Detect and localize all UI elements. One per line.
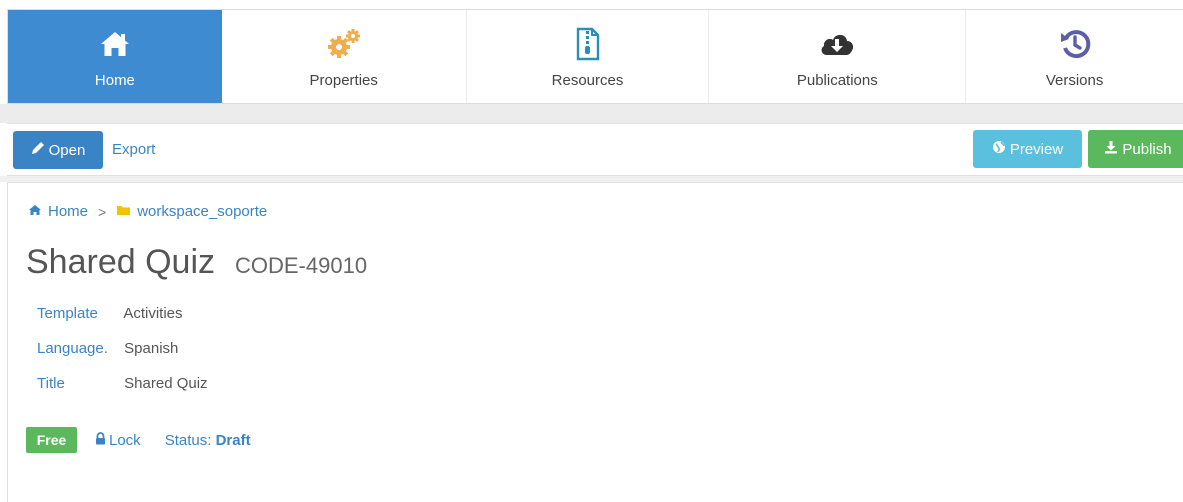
tab-versions[interactable]: Versions — [966, 10, 1183, 103]
property-key: Template — [37, 305, 98, 322]
property-row-template: Template Activities — [37, 305, 183, 322]
page-title: Shared Quiz — [26, 243, 215, 281]
cloud-download-icon — [818, 27, 856, 61]
open-button[interactable]: Open — [13, 131, 103, 169]
folder-icon — [116, 203, 131, 220]
breadcrumb-home[interactable]: Home — [28, 203, 88, 220]
gears-icon — [325, 27, 363, 61]
tab-resources-label: Resources — [551, 72, 624, 89]
status-value: Draft — [215, 431, 251, 449]
tab-resources[interactable]: Resources — [467, 10, 710, 103]
open-button-label: Open — [48, 141, 86, 159]
property-row-title: Title Shared Quiz — [37, 375, 208, 392]
main-tab-bar: Home Properties Resources Publications V… — [7, 9, 1183, 104]
property-value: Activities — [123, 305, 183, 322]
tab-properties[interactable]: Properties — [222, 10, 467, 103]
export-link[interactable]: Export — [112, 141, 155, 158]
lock-label: Lock — [109, 431, 141, 449]
free-badge: Free — [26, 427, 77, 453]
pencil-icon — [31, 141, 45, 159]
tab-home-label: Home — [94, 72, 135, 89]
action-toolbar: Open Export Preview Publish — [7, 123, 1183, 176]
status-row: Free Lock Status: Draft — [26, 427, 251, 453]
breadcrumb-folder-label: workspace_soporte — [137, 203, 268, 220]
download-icon — [1104, 140, 1118, 158]
lock-icon — [95, 431, 106, 449]
tab-publications[interactable]: Publications — [709, 10, 967, 103]
publish-button[interactable]: Publish — [1088, 130, 1183, 168]
breadcrumb: Home > workspace_soporte — [28, 203, 267, 220]
breadcrumb-separator: > — [98, 203, 107, 220]
globe-icon — [992, 140, 1006, 158]
property-value: Spanish — [124, 340, 179, 357]
tab-properties-label: Properties — [309, 72, 378, 89]
lock-link[interactable]: Lock — [95, 432, 141, 449]
status-label: Status: — [164, 431, 212, 449]
tab-versions-label: Versions — [1045, 72, 1104, 89]
home-icon — [98, 27, 132, 61]
property-value: Shared Quiz — [124, 375, 208, 392]
publish-button-label: Publish — [1122, 140, 1172, 158]
zip-file-icon — [575, 27, 601, 61]
home-small-icon — [28, 203, 42, 220]
property-row-language: Language. Spanish — [37, 340, 178, 357]
preview-button[interactable]: Preview — [973, 130, 1082, 168]
tab-home[interactable]: Home — [8, 10, 222, 103]
history-icon — [1058, 27, 1092, 61]
property-key: Title — [37, 375, 65, 392]
tab-publications-label: Publications — [796, 72, 878, 89]
preview-button-label: Preview — [1009, 140, 1064, 158]
status-text: Status: Draft — [165, 432, 251, 449]
gray-band — [0, 104, 1183, 123]
property-key: Language. — [37, 340, 108, 357]
breadcrumb-home-label: Home — [48, 203, 89, 220]
document-panel: Home > workspace_soporte Shared Quiz COD… — [7, 182, 1183, 502]
document-code: CODE-49010 — [235, 253, 368, 278]
breadcrumb-folder[interactable]: workspace_soporte — [116, 203, 267, 220]
title-row: Shared Quiz CODE-49010 — [26, 243, 367, 282]
